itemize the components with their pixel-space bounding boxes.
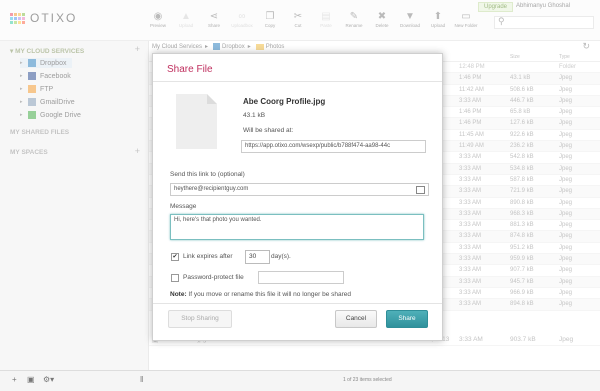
dialog-title: Share File: [167, 64, 213, 75]
settings-gear-icon[interactable]: ⚙▾: [43, 375, 54, 384]
share-url-field[interactable]: https://app.otixo.com/wsexp/public/b788f…: [241, 140, 426, 153]
message-label: Message: [170, 203, 197, 210]
share-button[interactable]: Share: [386, 310, 428, 328]
divider: [153, 303, 442, 304]
password-input[interactable]: [258, 271, 344, 284]
add-icon[interactable]: +: [12, 375, 17, 384]
send-link-label: Send this link to (optional): [170, 171, 245, 178]
resize-handle-icon[interactable]: ‖: [140, 375, 143, 384]
share-file-dialog: Share File Abe Coorg Profile.jpg 43.1 kB…: [152, 53, 443, 341]
recipient-email-field[interactable]: heythere@recipientguy.com: [170, 183, 429, 196]
stop-sharing-button[interactable]: Stop Sharing: [168, 310, 232, 328]
link-expires-label: Link expires after: [183, 253, 233, 260]
note-text: Note: If you move or rename this file it…: [170, 291, 351, 298]
file-thumbnail-icon: [176, 94, 217, 149]
shared-at-label: Will be shared at:: [243, 127, 294, 134]
contact-card-icon[interactable]: [416, 186, 425, 194]
password-protect-checkbox[interactable]: [171, 274, 179, 282]
bottom-bar: + ▣ ⚙▾ ‖ 1 of 23 items selected: [0, 370, 600, 391]
link-expires-checkbox[interactable]: ✔: [171, 253, 179, 261]
recipient-email-value: heythere@recipientguy.com: [174, 186, 249, 192]
file-size: 43.1 kB: [243, 112, 266, 119]
days-label: day(s).: [271, 253, 291, 260]
message-textarea[interactable]: Hi, here's that photo you wanted.: [170, 214, 424, 240]
window-icon[interactable]: ▣: [27, 375, 35, 384]
expires-days-input[interactable]: 30: [245, 250, 270, 264]
selection-status: 1 of 23 items selected: [343, 377, 392, 383]
divider: [153, 81, 442, 82]
password-protect-label: Password-protect file: [183, 274, 244, 281]
file-name: Abe Coorg Profile.jpg: [243, 97, 326, 106]
cancel-button[interactable]: Cancel: [335, 310, 377, 328]
